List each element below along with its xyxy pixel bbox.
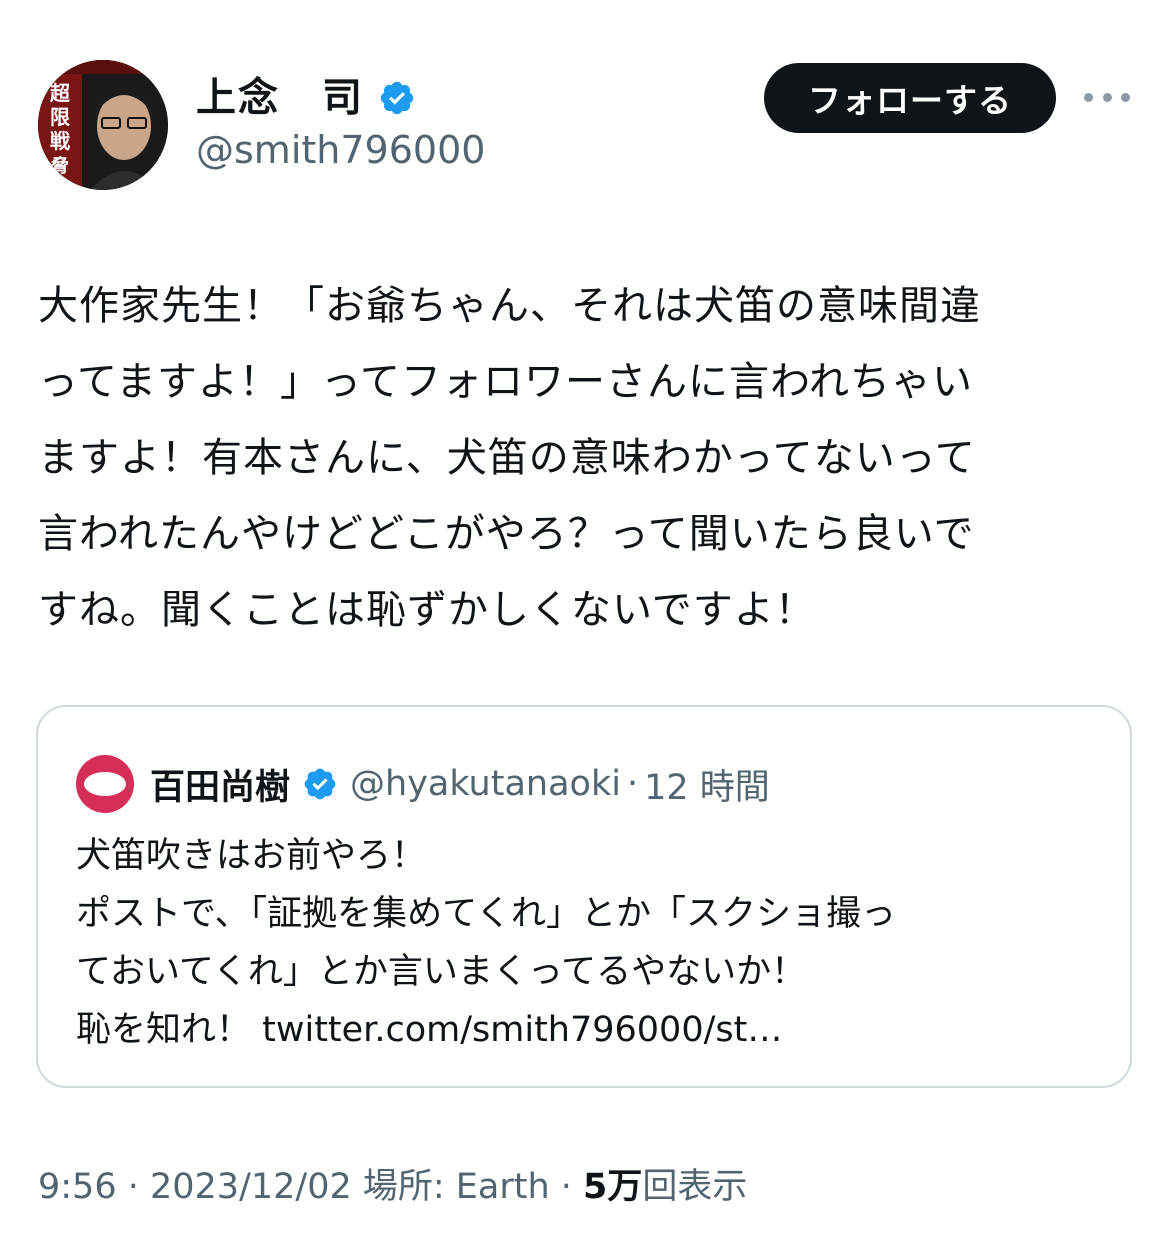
quoted-verified-badge-icon <box>302 766 338 802</box>
author-name[interactable]: 上念 司 <box>196 74 364 122</box>
meta-separator: · <box>116 1167 150 1207</box>
more-dot <box>1102 92 1112 102</box>
tweet-text: 大作家先生！「お爺ちゃん、それは犬笛の意味間違 ってますよ！」ってフォロワーさん… <box>38 283 981 633</box>
author-name-row: 上念 司 <box>196 74 416 122</box>
svg-text:限: 限 <box>50 105 70 129</box>
svg-text:戦: 戦 <box>50 129 70 153</box>
verified-badge-icon <box>378 79 416 117</box>
tweet-meta: 9:56 · 2023/12/02 場所: Earth · 5万回表示 <box>38 1162 747 1212</box>
follow-button[interactable]: フォローする <box>764 63 1056 133</box>
svg-text:超: 超 <box>49 81 71 105</box>
quoted-author-handle: @hyakutanaoki <box>350 764 621 804</box>
quoted-tweet[interactable]: 百田尚樹 @hyakutanaoki · 12 時間 犬笛吹きはお前やろ！ ポス… <box>36 705 1132 1088</box>
quoted-timestamp: 12 時間 <box>644 767 770 808</box>
more-dot <box>1084 92 1093 102</box>
quoted-separator: · <box>626 764 639 804</box>
tweet-time[interactable]: 9:56 <box>38 1167 117 1207</box>
views-label: 回表示 <box>642 1167 748 1207</box>
quoted-author-name: 百田尚樹 <box>150 767 291 808</box>
views-count: 5万 <box>583 1167 643 1207</box>
quoted-avatar-egg <box>84 772 126 796</box>
quoted-text: 犬笛吹きはお前やろ！ ポストで、「証拠を集めてくれ」とか「スクショ撮っ ておいて… <box>76 836 897 1050</box>
author-handle[interactable]: @smith796000 <box>196 126 485 174</box>
quoted-header: 百田尚樹 @hyakutanaoki · 12 時間 <box>76 755 770 813</box>
tweet-location: 場所: Earth <box>351 1167 550 1207</box>
author-avatar-image: 超 限 戦 脅 <box>38 60 168 190</box>
meta-separator: · <box>549 1167 584 1207</box>
more-dot <box>1121 92 1130 102</box>
svg-text:脅: 脅 <box>50 155 69 177</box>
more-dots-icon[interactable] <box>1084 82 1130 112</box>
tweet-date[interactable]: 2023/12/02 <box>150 1167 352 1207</box>
quoted-avatar[interactable] <box>76 755 134 813</box>
author-avatar[interactable]: 超 限 戦 脅 <box>38 60 168 190</box>
